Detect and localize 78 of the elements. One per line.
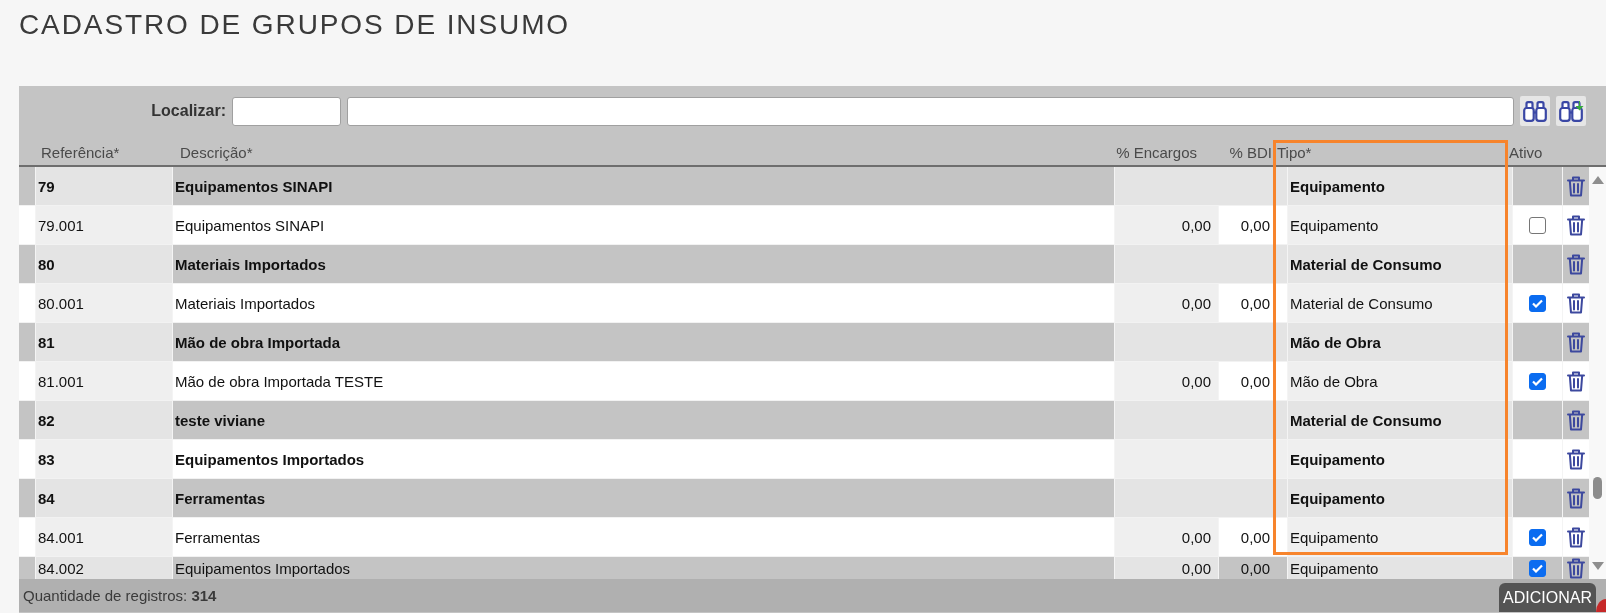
active-checkbox[interactable] bbox=[1529, 294, 1546, 312]
table-cell: Material de Consumo bbox=[1287, 284, 1512, 322]
delete-button[interactable] bbox=[1567, 448, 1585, 470]
column-header: Tipo* bbox=[1277, 144, 1312, 161]
table-cell: 79 bbox=[35, 167, 172, 205]
trash-icon bbox=[1567, 448, 1585, 470]
table-cell: 0,00 bbox=[1114, 284, 1218, 322]
table-cell: Mão de Obra bbox=[1287, 323, 1512, 361]
search-field[interactable] bbox=[232, 96, 341, 126]
table-cell: 80.001 bbox=[35, 284, 172, 322]
record-count: Quantidade de registros: 314 bbox=[23, 587, 217, 604]
trash-icon bbox=[1567, 370, 1585, 392]
column-header: Ativo bbox=[1509, 144, 1543, 161]
trash-icon bbox=[1567, 214, 1585, 236]
delete-button[interactable] bbox=[1567, 214, 1585, 236]
binoculars-icon bbox=[1523, 100, 1547, 122]
checkmark-icon bbox=[1532, 376, 1543, 386]
column-header: % BDI bbox=[1229, 144, 1272, 161]
column-header: % Encargos bbox=[1116, 144, 1197, 161]
delete-button[interactable] bbox=[1567, 557, 1585, 579]
table-cell: Equipamento bbox=[1287, 479, 1512, 517]
trash-icon bbox=[1567, 409, 1585, 431]
scroll-down-icon[interactable] bbox=[1592, 562, 1604, 570]
table-cell: Equipamento bbox=[1287, 557, 1512, 579]
search-button[interactable] bbox=[1520, 96, 1550, 126]
search-add-button[interactable] bbox=[1556, 96, 1586, 126]
table-cell: 84 bbox=[35, 479, 172, 517]
table-cell: Material de Consumo bbox=[1287, 245, 1512, 283]
table-cell: Equipamento bbox=[1287, 167, 1512, 205]
table-cell: 0,00 bbox=[1114, 557, 1218, 579]
column-header: Referência* bbox=[41, 144, 120, 161]
active-checkbox[interactable] bbox=[1529, 528, 1546, 546]
checkmark-icon bbox=[1532, 563, 1543, 573]
delete-button[interactable] bbox=[1567, 526, 1585, 548]
trash-icon bbox=[1567, 331, 1585, 353]
table-cell: 80 bbox=[35, 245, 172, 283]
scrollbar-thumb[interactable] bbox=[1593, 477, 1602, 499]
trash-icon bbox=[1567, 253, 1585, 275]
active-checkbox[interactable] bbox=[1529, 372, 1546, 390]
checkmark-icon bbox=[1532, 532, 1543, 542]
table-cell: Material de Consumo bbox=[1287, 401, 1512, 439]
table-cell: Mão de Obra bbox=[1287, 362, 1512, 400]
table-cell: 81 bbox=[35, 323, 172, 361]
table-cell: 0,00 bbox=[1114, 206, 1218, 244]
trash-icon bbox=[1567, 175, 1585, 197]
active-checkbox[interactable] bbox=[1529, 216, 1546, 234]
checkmark-icon bbox=[1532, 298, 1543, 308]
active-checkbox[interactable] bbox=[1529, 559, 1546, 577]
binoculars-arrow-icon bbox=[1558, 100, 1584, 122]
table-cell: 83 bbox=[35, 440, 172, 478]
table-cell: 82 bbox=[35, 401, 172, 439]
page-title: CADASTRO DE GRUPOS DE INSUMO bbox=[19, 8, 571, 42]
table-cell: 0,00 bbox=[1114, 362, 1218, 400]
scrollbar-track[interactable] bbox=[1589, 167, 1606, 579]
table-cell: Equipamento bbox=[1287, 206, 1512, 244]
delete-button[interactable] bbox=[1567, 175, 1585, 197]
floating-action-button[interactable] bbox=[1596, 599, 1606, 612]
table-cell: 84.001 bbox=[35, 518, 172, 556]
delete-button[interactable] bbox=[1567, 331, 1585, 353]
trash-icon bbox=[1567, 292, 1585, 314]
table-cell: 81.001 bbox=[35, 362, 172, 400]
delete-button[interactable] bbox=[1567, 292, 1585, 314]
table-cell: 84.002 bbox=[35, 557, 172, 579]
delete-button[interactable] bbox=[1567, 370, 1585, 392]
delete-button[interactable] bbox=[1567, 253, 1585, 275]
column-header: Descrição* bbox=[180, 144, 253, 161]
trash-icon bbox=[1567, 526, 1585, 548]
add-button[interactable]: ADICIONAR bbox=[1499, 583, 1596, 612]
search-label: Localizar: bbox=[151, 102, 226, 120]
delete-button[interactable] bbox=[1567, 487, 1585, 509]
trash-icon bbox=[1567, 487, 1585, 509]
scroll-up-icon[interactable] bbox=[1592, 176, 1604, 184]
trash-icon bbox=[1567, 557, 1585, 579]
table-cell: Equipamento bbox=[1287, 440, 1512, 478]
table-cell: 79.001 bbox=[35, 206, 172, 244]
table-cell: 0,00 bbox=[1114, 518, 1218, 556]
delete-button[interactable] bbox=[1567, 409, 1585, 431]
search-field[interactable] bbox=[347, 96, 1514, 126]
